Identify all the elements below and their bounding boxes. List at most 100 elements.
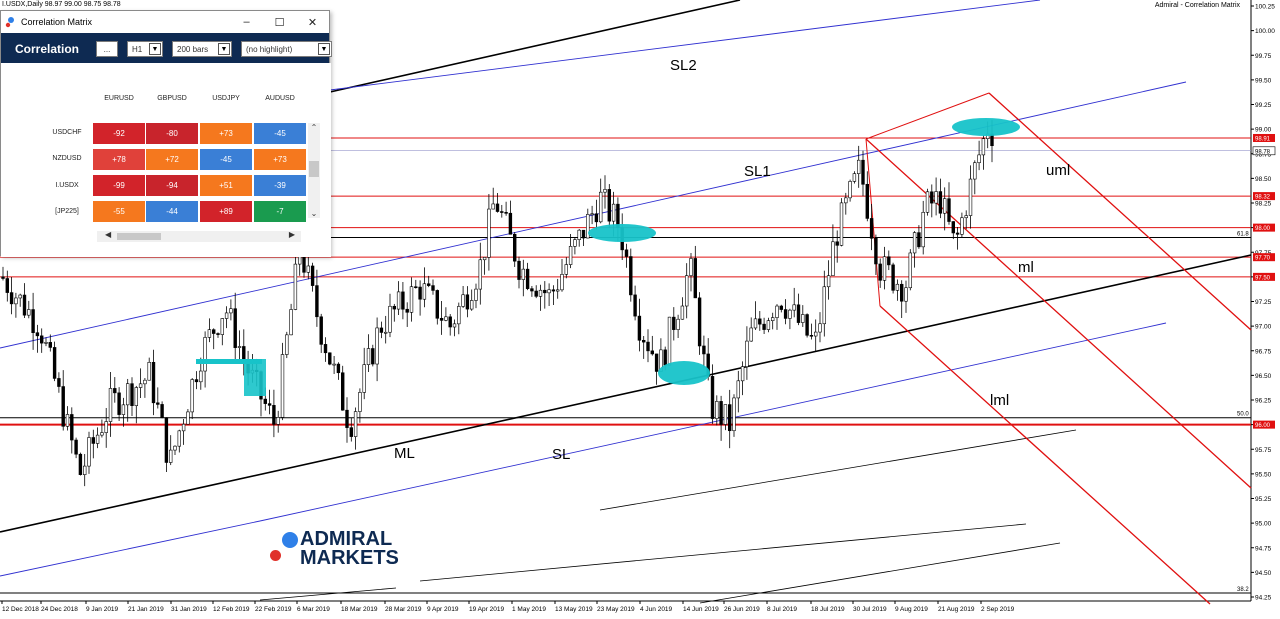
candle-body	[465, 294, 470, 310]
row-header: USDCHF	[52, 129, 82, 136]
price-tick-label: 98.50	[1255, 176, 1272, 183]
matrix-cell[interactable]: -7	[254, 201, 306, 222]
matrix-vertical-scrollbar[interactable]: ⌃ ⌄	[308, 123, 320, 218]
minimize-icon[interactable]: –	[230, 11, 263, 33]
candle-body	[775, 305, 779, 318]
candle-body	[431, 285, 435, 291]
candle-body	[44, 342, 48, 344]
candle-body	[319, 316, 323, 345]
correlation-matrix-dialog[interactable]: Correlation Matrix – ☐ ✕ Correlation ...…	[0, 10, 332, 257]
candle-body	[396, 291, 401, 310]
matrix-cell[interactable]: -99	[93, 175, 145, 196]
date-tick-label: 23 May 2019	[597, 606, 635, 613]
candle-body	[233, 308, 237, 348]
matrix-cell[interactable]: +73	[200, 123, 252, 144]
price-tick-label: 94.50	[1255, 570, 1272, 577]
candle-body	[955, 232, 960, 235]
price-marker-label: 97.70	[1255, 256, 1271, 262]
candle-body	[121, 404, 126, 415]
price-marker-label: 98.91	[1255, 136, 1271, 142]
candle-body	[869, 218, 874, 239]
median-line-ML	[0, 254, 1252, 533]
candle-body	[895, 283, 900, 291]
price-tick-label: 98.25	[1255, 201, 1272, 208]
date-tick-label: 2 Sep 2019	[981, 606, 1015, 613]
candle-body	[156, 402, 160, 405]
candle-body	[388, 305, 392, 333]
dialog-titlebar[interactable]: Correlation Matrix – ☐ ✕	[1, 11, 329, 33]
column-header: GBPUSD	[157, 95, 187, 102]
candle-body	[130, 383, 134, 406]
candle-body	[740, 366, 745, 382]
bars-select[interactable]: 200 bars ▼	[172, 41, 232, 57]
date-tick-label: 9 Apr 2019	[427, 606, 459, 613]
uml-line	[988, 92, 1252, 331]
candle-body	[779, 305, 784, 310]
row-header: [JP225]	[55, 208, 79, 215]
candle-body	[508, 212, 513, 235]
matrix-cell[interactable]: +72	[146, 149, 198, 170]
candle-body	[83, 465, 87, 475]
matrix-horizontal-scrollbar[interactable]: ◀ ▶	[97, 230, 301, 242]
matrix-cell[interactable]: -45	[254, 123, 306, 144]
candle-body	[362, 364, 366, 393]
matrix-cell[interactable]: +51	[200, 175, 252, 196]
matrix-cell[interactable]: +73	[254, 149, 306, 170]
candle-body	[547, 289, 551, 294]
chevron-up-icon[interactable]: ⌃	[308, 123, 320, 132]
matrix-cell[interactable]: -44	[146, 201, 198, 222]
candle-body	[874, 237, 878, 265]
logo-dots-icon	[266, 530, 300, 568]
scroll-thumb[interactable]	[309, 161, 319, 177]
matrix-cell[interactable]: -39	[254, 175, 306, 196]
more-button[interactable]: ...	[96, 41, 118, 57]
matrix-cell[interactable]: -92	[93, 123, 145, 144]
timeframe-select[interactable]: H1 ▼	[127, 41, 163, 57]
chevron-down-icon[interactable]: ⌄	[308, 209, 320, 218]
candle-body	[117, 392, 121, 415]
date-tick-label: 6 Mar 2019	[297, 606, 330, 613]
candle-body	[500, 211, 504, 213]
candle-body	[272, 405, 276, 425]
chevron-right-icon[interactable]: ▶	[289, 230, 295, 239]
candle-body	[801, 314, 805, 323]
teal-highlight	[244, 359, 266, 396]
close-icon[interactable]: ✕	[296, 11, 329, 33]
matrix-cell[interactable]: -80	[146, 123, 198, 144]
candle-body	[457, 306, 461, 325]
price-marker-label: 98.78	[1255, 149, 1271, 155]
date-tick-label: 31 Jan 2019	[171, 606, 207, 613]
matrix-cell[interactable]: -55	[93, 201, 145, 222]
candle-body	[856, 159, 861, 174]
candle-body	[199, 370, 203, 383]
sl2-line	[329, 0, 1041, 91]
candle-body	[14, 297, 18, 305]
date-tick-label: 14 Jun 2019	[683, 606, 719, 613]
candle-body	[616, 203, 620, 228]
scroll-thumb[interactable]	[117, 233, 161, 240]
chart-window[interactable]: 100.25100.0099.7599.5099.2599.0098.7598.…	[0, 0, 1280, 619]
candle-body	[173, 445, 177, 451]
date-tick-label: 12 Feb 2019	[213, 606, 250, 613]
price-tick-label: 99.25	[1255, 102, 1272, 109]
matrix-cell[interactable]: -94	[146, 175, 198, 196]
matrix-cell[interactable]: -45	[200, 149, 252, 170]
candle-body	[568, 246, 573, 265]
candle-body	[839, 202, 844, 246]
maximize-icon[interactable]: ☐	[263, 11, 296, 33]
candle-body	[680, 305, 685, 320]
candle-body	[736, 380, 741, 399]
date-tick-label: 9 Aug 2019	[895, 606, 928, 613]
candle-body	[194, 379, 199, 383]
candle-body	[452, 323, 457, 328]
candle-body	[220, 318, 224, 335]
candle-body	[727, 404, 732, 432]
matrix-cell[interactable]: +89	[200, 201, 252, 222]
highlight-select[interactable]: (no highlight) ▼	[241, 41, 332, 57]
matrix-cell[interactable]: +78	[93, 149, 145, 170]
candle-body	[203, 337, 207, 372]
annotation-label: ml	[1018, 259, 1034, 276]
chevron-left-icon[interactable]: ◀	[105, 230, 111, 239]
candle-body	[224, 312, 229, 319]
candle-body	[770, 317, 775, 321]
